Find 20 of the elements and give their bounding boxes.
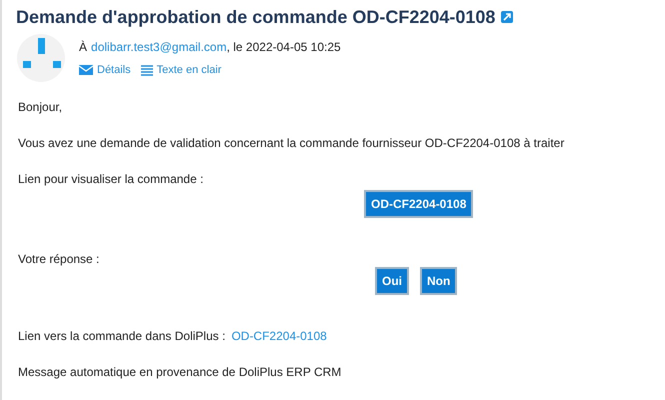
no-button[interactable]: Non — [420, 267, 458, 295]
email-subject: Demande d'approbation de commande OD-CF2204-0108 — [16, 6, 496, 28]
message-text: Vous avez une demande de validation concernant la commande fournisseur OD-CF2204-0108 à traiter — [18, 136, 566, 150]
envelope-icon — [79, 65, 93, 76]
answer-label: Votre réponse : — [18, 252, 100, 266]
link-label: Lien vers la commande dans DoliPlus : — [18, 329, 226, 343]
order-link[interactable]: OD-CF2204-0108 — [231, 329, 327, 343]
yes-button[interactable]: Oui — [375, 267, 409, 295]
email-link[interactable]: dolibarr.test3@gmail.com — [91, 38, 227, 56]
lines-icon — [140, 64, 153, 76]
recipient-prefix: À — [79, 39, 88, 56]
avatar-icon — [17, 34, 65, 82]
external-link-icon[interactable] — [501, 11, 514, 23]
greeting: Bonjour, — [18, 100, 64, 114]
sent-date: , le 2022-04-05 10:25 — [226, 39, 341, 56]
order-button[interactable]: OD-CF2204-0108 — [364, 190, 474, 218]
plain-text-link[interactable]: Texte en clair — [140, 62, 222, 78]
view-label: Lien pour visualiser la commande : — [18, 172, 204, 186]
details-link[interactable]: Détails — [79, 62, 131, 78]
footer-text: Message automatique en provenance de DoliPlus ERP CRM — [18, 365, 342, 379]
